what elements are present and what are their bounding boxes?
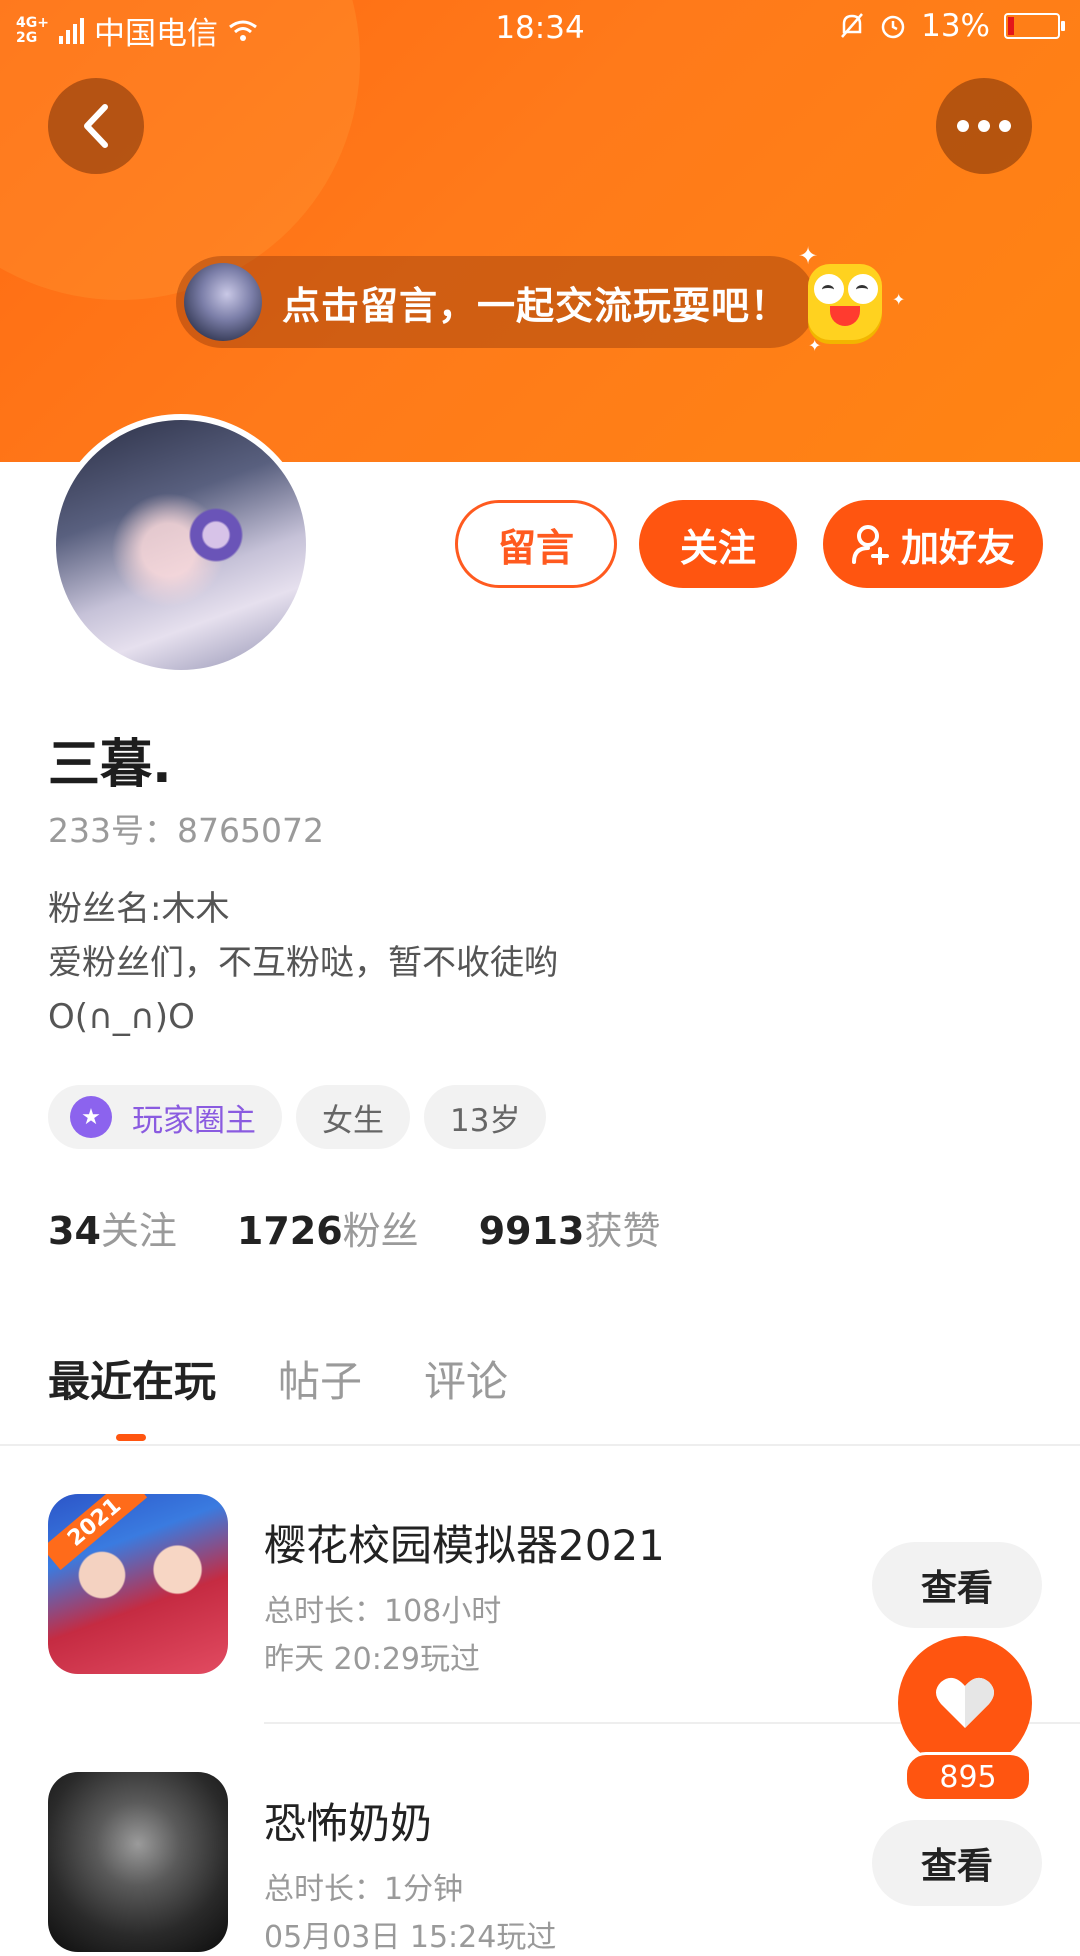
tab-comments[interactable]: 评论 bbox=[424, 1348, 508, 1409]
fans-label: 粉丝 bbox=[342, 1209, 419, 1253]
tab-recently-played[interactable]: 最近在玩 bbox=[48, 1348, 216, 1409]
bell-mute-icon bbox=[841, 13, 864, 38]
status-bar: 4G+ 2G 中国电信 18:34 13% bbox=[0, 0, 1080, 58]
age-tag: 13岁 bbox=[424, 1085, 547, 1149]
back-button[interactable] bbox=[48, 78, 144, 174]
profile-bio: 粉丝名:木木 爱粉丝们，不互粉哒，暂不收徒哟 O(∩_∩)O bbox=[48, 882, 558, 1044]
list-item[interactable]: 恐怖奶奶 总时长：1分钟 05月03日 15:24玩过 查看 bbox=[48, 1772, 1048, 1955]
fans-stat[interactable]: 1726粉丝 bbox=[237, 1200, 419, 1255]
game-icon: 2021 bbox=[48, 1494, 228, 1674]
likes-label: 获赞 bbox=[584, 1209, 661, 1253]
bio-line: O(∩_∩)O bbox=[48, 997, 195, 1037]
tabs-divider bbox=[0, 1444, 1080, 1446]
more-button[interactable] bbox=[936, 78, 1032, 174]
follow-label: 关注 bbox=[679, 525, 756, 570]
profile-stats: 34关注 1726粉丝 9913获赞 bbox=[48, 1200, 660, 1255]
fans-count: 1726 bbox=[236, 1209, 343, 1253]
game-title: 樱花校园模拟器2021 bbox=[264, 1521, 665, 1570]
likes-stat: 9913获赞 bbox=[479, 1200, 661, 1255]
following-count: 34 bbox=[48, 1209, 101, 1253]
mini-avatar bbox=[184, 263, 262, 341]
likes-count: 9913 bbox=[478, 1209, 585, 1253]
profile-name: 三暮. bbox=[48, 735, 172, 795]
game-last-played: 05月03日 15:24玩过 bbox=[264, 1920, 557, 1955]
battery-icon bbox=[1004, 13, 1065, 39]
list-item[interactable]: 2021 樱花校园模拟器2021 总时长：108小时 昨天 20:29玩过 查看 bbox=[48, 1494, 1048, 1677]
leave-message-label: 留言 bbox=[497, 525, 574, 570]
star-badge-icon: ★ bbox=[70, 1096, 112, 1138]
chevron-left-icon bbox=[84, 104, 108, 148]
tab-posts[interactable]: 帖子 bbox=[278, 1348, 362, 1409]
message-prompt-text: 点击留言，一起交流玩耍吧！ bbox=[282, 283, 790, 328]
add-user-icon bbox=[851, 525, 889, 565]
leave-message-banner[interactable]: 点击留言，一起交流玩耍吧！ bbox=[176, 256, 816, 348]
game-icon-badge: 2021 bbox=[48, 1494, 148, 1571]
add-friend-label: 加好友 bbox=[900, 525, 1015, 570]
alarm-icon bbox=[881, 15, 905, 39]
sparkle-icon: ✦ bbox=[808, 336, 822, 355]
profile-tags: ★ 玩家圈主 女生 13岁 bbox=[48, 1085, 547, 1149]
view-button[interactable]: 查看 bbox=[872, 1820, 1042, 1906]
laughing-emoji-icon bbox=[808, 264, 882, 340]
following-label: 关注 bbox=[100, 1209, 177, 1253]
like-button[interactable] bbox=[898, 1636, 1032, 1770]
battery-percent: 13% bbox=[921, 8, 990, 44]
leave-message-button[interactable]: 留言 bbox=[455, 500, 617, 588]
game-duration: 总时长：108小时 bbox=[264, 1594, 502, 1629]
view-button[interactable]: 查看 bbox=[872, 1542, 1042, 1628]
following-stat[interactable]: 34关注 bbox=[48, 1200, 177, 1255]
profile-header-banner: 4G+ 2G 中国电信 18:34 13% 点击留言，一起交流玩耍吧！ ✦ ✦ … bbox=[0, 0, 1080, 462]
game-icon bbox=[48, 1772, 228, 1952]
game-last-played: 昨天 20:29玩过 bbox=[264, 1642, 480, 1677]
sparkle-icon: ✦ bbox=[892, 290, 906, 309]
profile-avatar-frame[interactable] bbox=[50, 414, 312, 676]
more-dots-icon bbox=[957, 120, 1011, 132]
bio-line: 粉丝名:木木 bbox=[48, 889, 230, 929]
role-tag-label: 玩家圈主 bbox=[132, 1102, 256, 1139]
add-friend-button[interactable]: 加好友 bbox=[823, 500, 1043, 588]
profile-tabs: 最近在玩 帖子 评论 bbox=[48, 1348, 508, 1409]
bio-line: 爱粉丝们，不互粉哒，暂不收徒哟 bbox=[48, 943, 558, 983]
gender-tag: 女生 bbox=[296, 1085, 410, 1149]
avatar bbox=[56, 420, 306, 670]
game-title: 恐怖奶奶 bbox=[264, 1799, 433, 1848]
role-tag[interactable]: ★ 玩家圈主 bbox=[48, 1085, 282, 1149]
follow-button[interactable]: 关注 bbox=[639, 500, 797, 588]
like-count-badge: 895 bbox=[904, 1752, 1032, 1802]
sparkle-icon: ✦ bbox=[798, 242, 819, 270]
active-tab-indicator bbox=[116, 1434, 146, 1441]
game-duration: 总时长：1分钟 bbox=[264, 1872, 464, 1907]
heart-icon bbox=[936, 1677, 994, 1728]
profile-uid: 233号：8765072 bbox=[48, 811, 324, 850]
